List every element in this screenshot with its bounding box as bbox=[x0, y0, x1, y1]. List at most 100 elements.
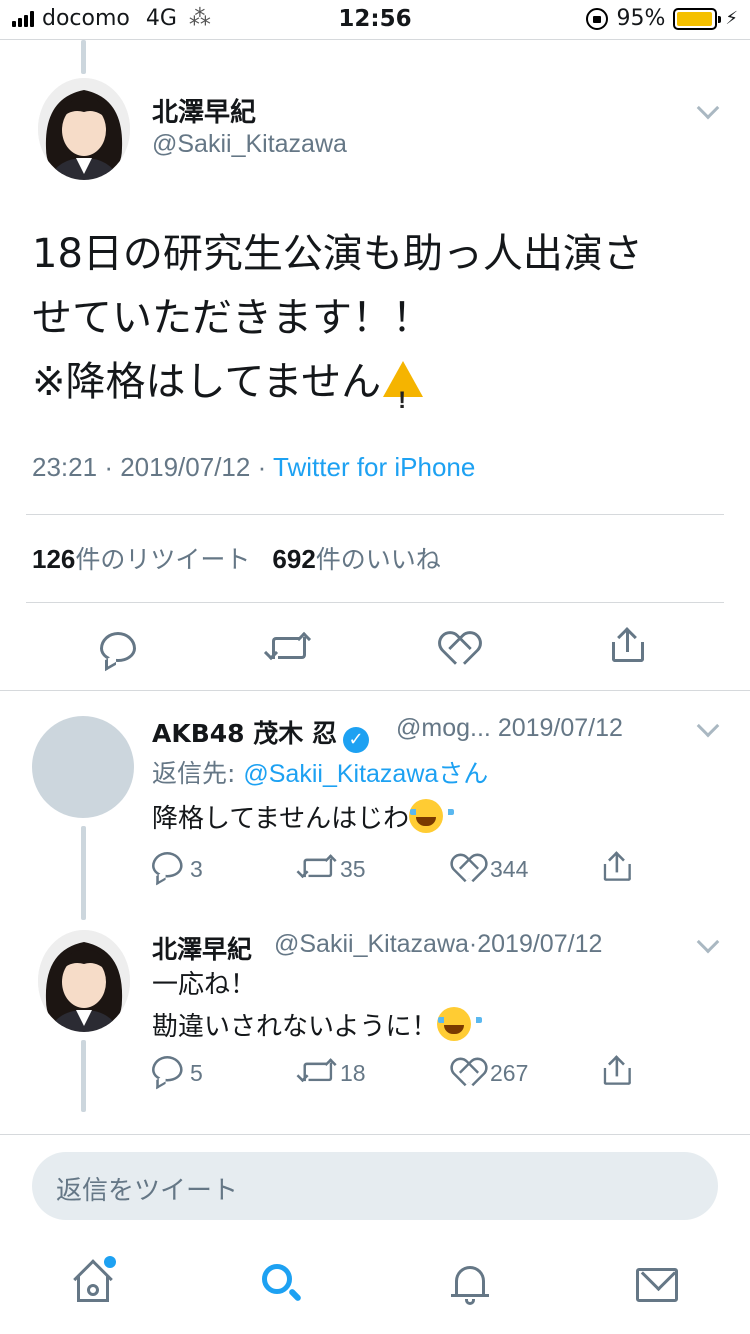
meta-separator: · bbox=[257, 452, 267, 482]
reply-display-name[interactable]: 北澤早紀 bbox=[152, 930, 252, 966]
main-tweet-handle[interactable]: @Sakii_Kitazawa bbox=[152, 130, 347, 159]
tears-of-joy-emoji-icon bbox=[437, 1007, 483, 1041]
retweet-count: 126 bbox=[32, 544, 76, 574]
new-tweets-dot bbox=[104, 1256, 116, 1268]
main-tweet-meta: 23:21 · 2019/07/12 · Twitter for iPhone bbox=[32, 452, 475, 483]
tab-search[interactable] bbox=[260, 1262, 308, 1310]
like-button[interactable] bbox=[452, 856, 481, 882]
search-icon bbox=[260, 1262, 304, 1306]
heart-icon bbox=[440, 634, 474, 664]
rotation-lock-icon bbox=[586, 7, 609, 30]
reply-icon bbox=[152, 1056, 183, 1082]
retweet-button[interactable] bbox=[296, 854, 337, 880]
retweet-count: 18 bbox=[340, 1060, 366, 1086]
retweet-stat[interactable]: 126件のリツイート bbox=[32, 544, 251, 574]
divider bbox=[0, 690, 750, 691]
share-icon bbox=[602, 1055, 633, 1087]
tweet-date: 2019/07/12 bbox=[120, 452, 251, 482]
main-tweet-line: せていただきます！！ bbox=[32, 295, 432, 341]
tab-messages[interactable] bbox=[636, 1268, 684, 1316]
main-tweet-avatar[interactable] bbox=[38, 78, 130, 180]
retweet-count: 35 bbox=[340, 856, 366, 882]
mention-handle: @Sakii_Kitazawa bbox=[243, 760, 439, 788]
main-tweet-text: 18日の研究生公演も助っ人出演さ せていただきます！！ ※降格はしてません bbox=[32, 222, 722, 433]
tab-home[interactable] bbox=[72, 1259, 120, 1310]
thread-line bbox=[81, 1040, 86, 1112]
retweet-icon bbox=[296, 854, 337, 880]
like-count: 267 bbox=[490, 1060, 529, 1086]
reply-text-line: 一応ね！ bbox=[152, 970, 257, 1000]
divider bbox=[26, 602, 724, 603]
like-button[interactable] bbox=[452, 1060, 481, 1086]
warning-sign-icon bbox=[383, 361, 424, 433]
retweet-icon bbox=[296, 1058, 337, 1084]
tears-of-joy-emoji-icon bbox=[409, 799, 455, 833]
reply-display-name[interactable]: AKB48 茂木 忍 ✓ bbox=[152, 714, 369, 753]
thread-line-top bbox=[81, 40, 86, 74]
battery-fill bbox=[677, 11, 712, 26]
reply-text: 一応ね！ 勘違いされないように！ bbox=[152, 964, 483, 1048]
heart-icon bbox=[452, 1060, 481, 1086]
reply-button[interactable] bbox=[152, 1056, 183, 1082]
mention-suffix: さん bbox=[438, 760, 489, 788]
reply-text-line-with-emoji: 勘違いされないように！ bbox=[152, 1006, 483, 1048]
main-tweet-stats: 126件のリツイート 692件のいいね bbox=[32, 540, 441, 576]
retweet-icon bbox=[263, 631, 312, 662]
like-button[interactable] bbox=[440, 634, 474, 664]
like-stat[interactable]: 692件のいいね bbox=[272, 544, 441, 574]
main-tweet-display-name[interactable]: 北澤早紀 bbox=[152, 92, 256, 129]
charging-bolt-icon: ⚡ bbox=[725, 8, 738, 29]
reply-icon bbox=[152, 852, 183, 878]
share-button[interactable] bbox=[610, 627, 646, 664]
retweet-label: 件のリツイート bbox=[75, 545, 251, 574]
verified-badge-icon: ✓ bbox=[342, 727, 369, 753]
battery-percent: 95% bbox=[616, 6, 666, 31]
reply-button[interactable] bbox=[100, 632, 136, 662]
chevron-down-icon[interactable] bbox=[696, 96, 720, 120]
reply-handle-and-date: @mog... 2019/07/12 bbox=[396, 714, 623, 743]
reply-handle-and-date: @Sakii_Kitazawa·2019/07/12 bbox=[274, 930, 602, 959]
reply-count: 5 bbox=[190, 1060, 203, 1086]
retweet-button[interactable] bbox=[296, 1058, 337, 1084]
status-right: 95% ⚡ bbox=[586, 6, 738, 31]
reply-handle[interactable]: @Sakii_Kitazawa bbox=[274, 930, 469, 958]
reply-avatar-placeholder[interactable] bbox=[32, 716, 134, 818]
reply-avatar[interactable] bbox=[38, 930, 130, 1032]
composer-placeholder: 返信をツイート bbox=[56, 1176, 239, 1206]
reply-button[interactable] bbox=[152, 852, 183, 878]
share-button[interactable] bbox=[602, 1055, 633, 1087]
main-tweet-line: ※降格はしてません bbox=[32, 359, 382, 405]
reply-count: 3 bbox=[190, 856, 203, 882]
chevron-down-icon[interactable] bbox=[696, 930, 720, 954]
reply-to-mention[interactable]: @Sakii_Kitazawaさん bbox=[243, 760, 488, 788]
status-bar: docomo 4G ⁂ 12:56 95% ⚡ bbox=[0, 0, 750, 40]
divider bbox=[26, 514, 724, 515]
tab-notifications[interactable] bbox=[450, 1262, 498, 1310]
reply-handle[interactable]: @mog... bbox=[396, 714, 491, 742]
reply-text-line: 勘違いされないように！ bbox=[152, 1012, 438, 1042]
like-label: 件のいいね bbox=[315, 545, 441, 574]
share-icon bbox=[602, 851, 633, 883]
reply-composer-input[interactable]: 返信をツイート bbox=[32, 1152, 718, 1220]
mail-icon bbox=[636, 1268, 678, 1302]
like-count: 344 bbox=[490, 856, 529, 882]
like-count: 692 bbox=[272, 544, 316, 574]
reply-to-label: 返信先: bbox=[152, 759, 244, 788]
composer-divider bbox=[0, 1134, 750, 1135]
retweet-button[interactable] bbox=[263, 631, 312, 662]
tweet-source-link[interactable]: Twitter for iPhone bbox=[273, 452, 475, 482]
chevron-down-icon[interactable] bbox=[696, 714, 720, 738]
main-tweet-line: 18日の研究生公演も助っ人出演さ bbox=[32, 231, 643, 277]
main-tweet-line-with-emoji: ※降格はしてません bbox=[32, 350, 722, 433]
tweet-time: 23:21 bbox=[32, 452, 98, 482]
reply-date: 2019/07/12 bbox=[477, 930, 603, 958]
reply-date: 2019/07/12 bbox=[497, 714, 623, 742]
share-button[interactable] bbox=[602, 851, 633, 883]
reply-name-text: AKB48 茂木 忍 bbox=[152, 719, 337, 748]
reply-text: 降格してませんはじわ bbox=[152, 798, 455, 840]
battery-icon bbox=[673, 7, 722, 30]
reply-to-line: 返信先: @Sakii_Kitazawaさん bbox=[152, 754, 488, 790]
meta-separator: · bbox=[468, 930, 478, 958]
avatar-photo-image bbox=[38, 78, 130, 180]
meta-separator: · bbox=[104, 452, 113, 482]
